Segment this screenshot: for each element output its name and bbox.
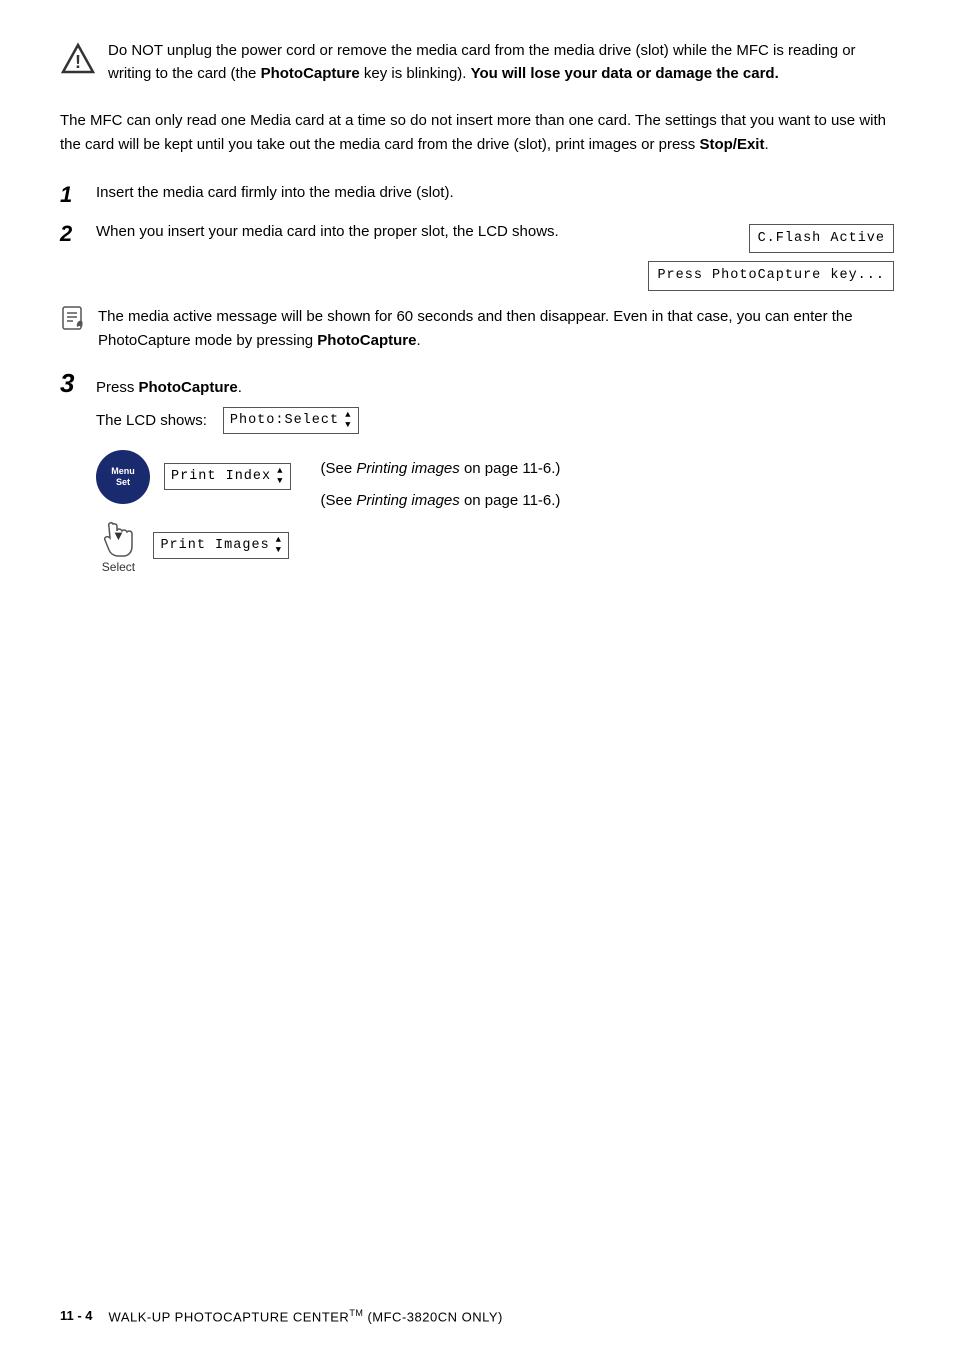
footer-title: WALK-UP PHOTOCAPTURE CENTERTM (MFC-3820C… bbox=[109, 1308, 503, 1324]
diagram-notes: (See Printing images on page 11-6.) (See… bbox=[321, 450, 561, 513]
diagram-note-2: (See Printing images on page 11-6.) bbox=[321, 490, 561, 513]
footer: 11 - 4 WALK-UP PHOTOCAPTURE CENTERTM (MF… bbox=[0, 1308, 954, 1324]
lcd-shows-label: The LCD shows: bbox=[96, 412, 207, 429]
step-2-number: 2 bbox=[60, 220, 86, 249]
step-1: 1 Insert the media card firmly into the … bbox=[60, 181, 894, 210]
warning-block: ! Do NOT unplug the power cord or remove… bbox=[60, 40, 894, 85]
set-label: Set bbox=[116, 477, 130, 488]
images-arrow: ▲ ▼ bbox=[276, 536, 282, 555]
page-content: ! Do NOT unplug the power cord or remove… bbox=[60, 40, 894, 574]
svg-text:!: ! bbox=[75, 52, 81, 72]
body-paragraph: The MFC can only read one Media card at … bbox=[60, 109, 894, 157]
menu-set-button[interactable]: Menu Set bbox=[96, 450, 150, 504]
lcd-print-index: Print Index ▲ ▼ bbox=[164, 463, 291, 490]
step-3: 3 Press PhotoCapture. The LCD shows: Pho… bbox=[60, 367, 894, 574]
lcd-flash-active: C.Flash Active bbox=[749, 224, 894, 254]
step-1-number: 1 bbox=[60, 181, 86, 210]
select-button-wrap: ▼ Select bbox=[97, 518, 139, 574]
arrow-up-down: ▲ ▼ bbox=[345, 411, 351, 430]
step-3-lcd-row: The LCD shows: Photo:Select ▲ ▼ bbox=[96, 407, 894, 434]
diagram-area: Menu Set Print Index ▲ ▼ bbox=[96, 450, 894, 574]
step-2: 2 When you insert your media card into t… bbox=[60, 220, 894, 291]
note-block: The media active message will be shown f… bbox=[60, 305, 894, 353]
svg-text:▼: ▼ bbox=[112, 528, 125, 543]
select-label: Select bbox=[102, 560, 135, 574]
warning-text-2: key is blinking). bbox=[360, 65, 471, 82]
step-3-number: 3 bbox=[60, 367, 86, 401]
select-hand-icon[interactable]: ▼ bbox=[97, 518, 139, 558]
step-2-text: When you insert your media card into the… bbox=[96, 220, 648, 244]
menu-set-row: Menu Set Print Index ▲ ▼ bbox=[96, 450, 291, 504]
warning-bold-2: You will lose your data or damage the ca… bbox=[471, 65, 779, 82]
index-arrow: ▲ ▼ bbox=[277, 467, 283, 486]
step-3-text: Press PhotoCapture. bbox=[96, 376, 894, 400]
step-2-inner: When you insert your media card into the… bbox=[96, 220, 894, 291]
note-text: The media active message will be shown f… bbox=[98, 305, 894, 353]
step-2-content: When you insert your media card into the… bbox=[96, 220, 894, 291]
step-3-header: 3 Press PhotoCapture. bbox=[60, 367, 894, 401]
button-diagram: Menu Set Print Index ▲ ▼ bbox=[96, 450, 291, 574]
warning-bold-1: PhotoCapture bbox=[261, 65, 360, 82]
lcd-photo-select: Photo:Select ▲ ▼ bbox=[223, 407, 359, 434]
warning-icon: ! bbox=[60, 42, 96, 78]
diagram-note-1: (See Printing images on page 11-6.) bbox=[321, 458, 561, 481]
step-2-lcd: C.Flash Active Press PhotoCapture key... bbox=[648, 220, 894, 291]
warning-text: Do NOT unplug the power cord or remove t… bbox=[108, 40, 894, 85]
step-1-text: Insert the media card firmly into the me… bbox=[96, 181, 894, 205]
footer-page: 11 - 4 bbox=[60, 1308, 93, 1323]
lcd-print-images: Print Images ▲ ▼ bbox=[153, 532, 289, 559]
select-row: ▼ Select Print Images ▲ ▼ bbox=[97, 518, 289, 574]
menu-label: Menu bbox=[111, 466, 135, 477]
lcd-press-photocapture: Press PhotoCapture key... bbox=[648, 261, 894, 291]
note-icon bbox=[60, 305, 88, 343]
